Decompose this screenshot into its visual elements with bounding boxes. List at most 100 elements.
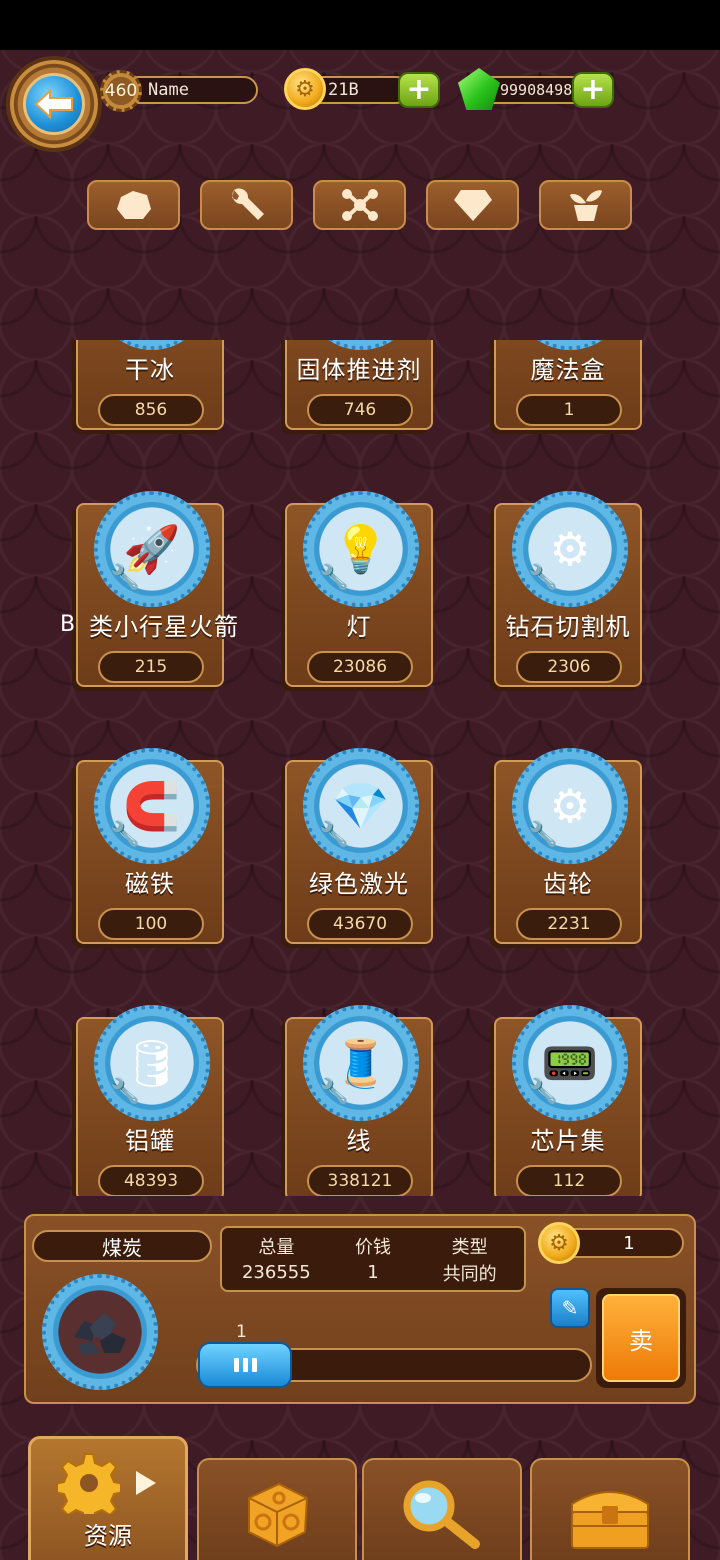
- diamond-icon: [453, 190, 492, 221]
- item-name: 魔法盒: [530, 356, 606, 384]
- item-count: 112: [516, 1165, 622, 1196]
- item-name: 钻石切割机: [505, 613, 631, 641]
- item-count: 100: [98, 908, 204, 940]
- treasure-chest-icon: [571, 1491, 649, 1549]
- item-card[interactable]: 🎁🔧 魔法盒 1: [494, 340, 642, 430]
- type-label: 类型: [451, 1236, 488, 1258]
- selected-item-name: 煤炭: [32, 1230, 212, 1262]
- magic-box-icon: 🎁🔧: [512, 340, 628, 350]
- propellant-icon: 🧪🔧: [303, 340, 419, 350]
- item-count: 43670: [307, 908, 413, 940]
- item-card[interactable]: ⚙ 🔧 齿轮 2231: [494, 748, 642, 944]
- sell-button-label: 卖: [629, 1326, 653, 1355]
- sell-button[interactable]: 卖: [596, 1288, 686, 1388]
- quantity-slider-handle[interactable]: [198, 1342, 292, 1388]
- item-name: 线: [346, 1127, 372, 1155]
- magnet-icon: 🧲 🔧: [94, 748, 210, 864]
- category-tab-plants[interactable]: [539, 180, 632, 230]
- item-count: 215: [98, 651, 204, 683]
- item-count: 2306: [516, 651, 622, 683]
- item-card[interactable]: 🧵 🔧 线 338121: [285, 1005, 433, 1196]
- play-arrow-icon: [136, 1470, 156, 1495]
- rocket-icon: 🚀 🔧: [94, 491, 210, 607]
- item-card[interactable]: 📟 🔧 芯片集 112: [494, 1005, 642, 1196]
- pencil-icon: ✎: [561, 1296, 579, 1320]
- price-label: 价钱: [354, 1236, 391, 1258]
- item-card[interactable]: 🚀 🔧 类小行星火箭 215: [76, 491, 238, 687]
- category-tab-compounds[interactable]: [313, 180, 406, 230]
- category-tab-raw[interactable]: [87, 180, 180, 230]
- nav-tab-label: 资源: [84, 1521, 132, 1550]
- item-card[interactable]: ⚙ 🔧 钻石切割机 2306: [494, 491, 642, 687]
- buy-gems-button[interactable]: +: [572, 72, 614, 108]
- coal-icon: [42, 1274, 158, 1390]
- total-value: 236555: [241, 1262, 311, 1283]
- total-label: 总量: [258, 1236, 295, 1258]
- coin-amount: 21B: [328, 80, 359, 100]
- item-count: 746: [307, 394, 413, 426]
- rock-icon: [116, 191, 151, 219]
- coin-icon: ⚙: [284, 68, 326, 110]
- item-card[interactable]: 🧪🔧 固体推进剂 746: [285, 340, 433, 430]
- item-stats-table: 总量 价钱 类型 236555 1 共同的: [220, 1226, 526, 1292]
- saw-blade-icon: ⚙ 🔧: [512, 491, 628, 607]
- item-count: 338121: [307, 1165, 413, 1196]
- item-name: 干冰: [125, 356, 175, 384]
- nav-tab-search[interactable]: [362, 1458, 522, 1560]
- item-name: 类小行星火箭: [89, 613, 239, 641]
- item-name-prefix: B: [60, 612, 76, 637]
- nav-tab-resources[interactable]: 资源: [28, 1436, 188, 1560]
- item-count: 2231: [516, 908, 622, 940]
- item-name: 芯片集: [530, 1127, 606, 1155]
- dry-ice-icon: 🧊🔧: [94, 340, 210, 350]
- item-grid[interactable]: 🧊🔧 干冰 856 🧪🔧 固体推进剂 746 🎁🔧 魔法盒 1 🚀🔧 类小行星火…: [0, 340, 720, 1196]
- green-laser-icon: 💎 🔧: [303, 748, 419, 864]
- aluminum-tank-icon: 🛢 🔧: [94, 1005, 210, 1121]
- item-count: 48393: [98, 1165, 204, 1196]
- status-bar: [0, 0, 720, 50]
- category-tab-gems[interactable]: [426, 180, 519, 230]
- item-name: 固体推进剂: [296, 356, 422, 384]
- item-name: 齿轮: [543, 870, 593, 898]
- item-count: 23086: [307, 651, 413, 683]
- player-level: 460: [104, 81, 138, 101]
- player-name-bar: Name: [124, 76, 258, 104]
- item-card[interactable]: 💎 🔧 绿色激光 43670: [285, 748, 433, 944]
- item-name: 绿色激光: [309, 870, 409, 898]
- chip-set-icon: 📟 🔧: [512, 1005, 628, 1121]
- gear-icon: ⚙ 🔧: [512, 748, 628, 864]
- quantity-value: 1: [236, 1322, 247, 1342]
- back-arrow-icon: [34, 89, 73, 119]
- wrench-icon: [231, 188, 264, 220]
- dice-icon: [248, 1482, 309, 1548]
- nav-tab-chest[interactable]: [530, 1458, 690, 1560]
- player-name: Name: [148, 80, 189, 100]
- sprout-icon: [569, 190, 602, 221]
- lamp-icon: 💡 🔧: [303, 491, 419, 607]
- nav-tab-dice[interactable]: [197, 1458, 357, 1560]
- item-card[interactable]: 🧊🔧 干冰 856: [76, 340, 224, 430]
- item-count: 1: [516, 394, 622, 426]
- player-level-badge: 460: [100, 70, 142, 112]
- item-card[interactable]: 🧲 🔧 磁铁 100: [76, 748, 224, 944]
- coal-lumps-icon: [74, 1313, 126, 1355]
- gem-amount: 999084982: [500, 81, 582, 99]
- item-card[interactable]: 💡 🔧 灯 23086: [285, 491, 433, 687]
- item-count: 856: [98, 394, 204, 426]
- sell-price-value: 1: [623, 1232, 635, 1254]
- edit-quantity-button[interactable]: ✎: [550, 1288, 590, 1328]
- item-name: 铝罐: [125, 1127, 175, 1155]
- thread-spool-icon: 🧵 🔧: [303, 1005, 419, 1121]
- magnifier-icon: [403, 1480, 480, 1549]
- coin-icon: ⚙: [538, 1222, 580, 1264]
- buy-coins-button[interactable]: +: [398, 72, 440, 108]
- type-value: 共同的: [442, 1263, 497, 1285]
- price-value: 1: [367, 1262, 379, 1283]
- item-name: 灯: [346, 613, 372, 641]
- molecule-icon: [341, 189, 378, 221]
- back-button[interactable]: [10, 60, 98, 148]
- category-tab-tools[interactable]: [200, 180, 293, 230]
- selected-item-name-text: 煤炭: [102, 1235, 142, 1260]
- item-card[interactable]: 🛢 🔧 铝罐 48393: [76, 1005, 224, 1196]
- gear-icon: [58, 1452, 120, 1514]
